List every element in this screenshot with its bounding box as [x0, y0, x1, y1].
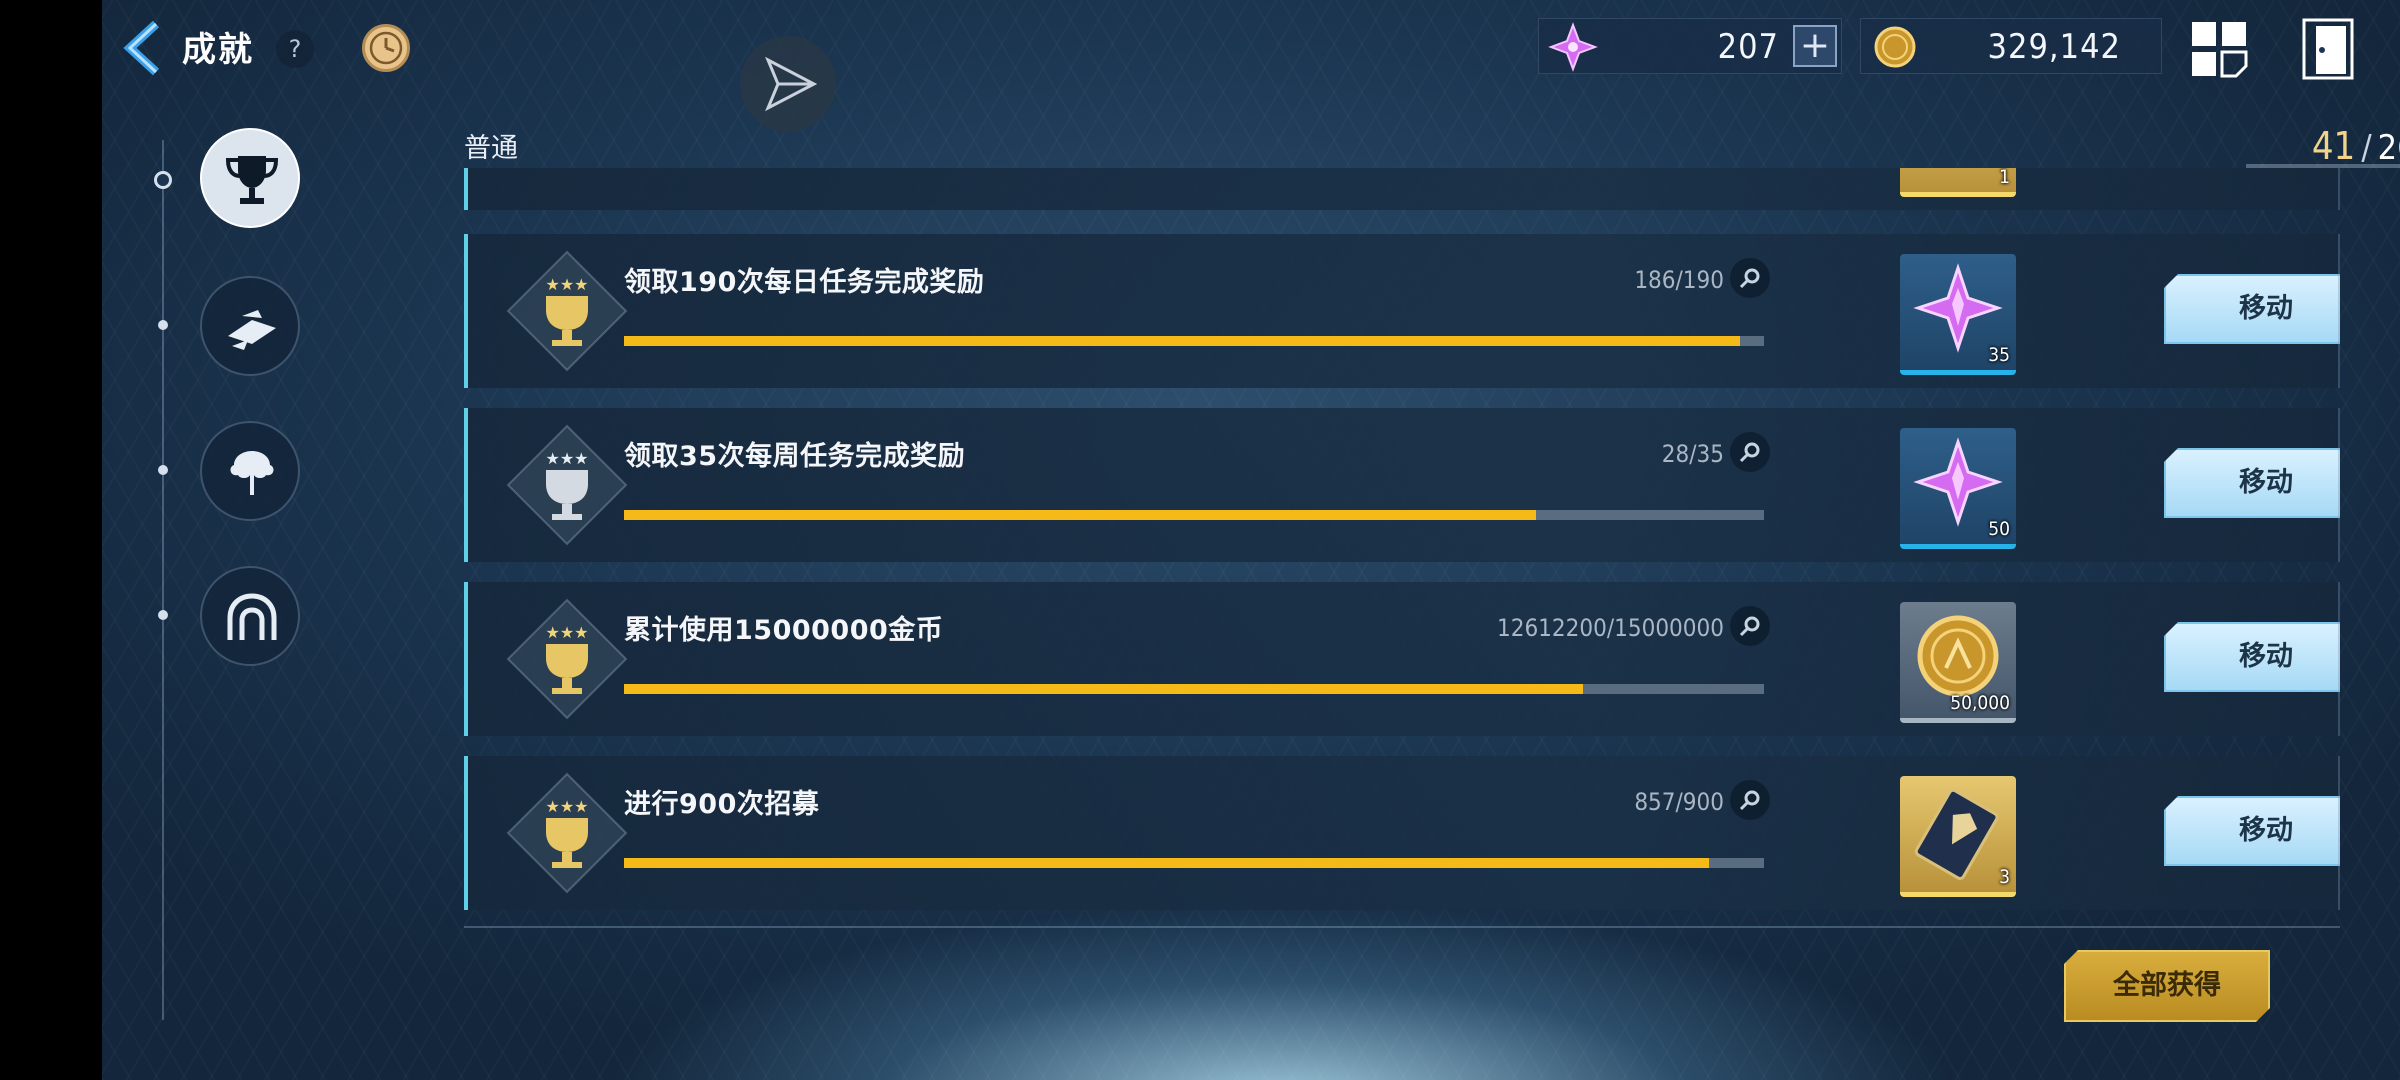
achievement-detail-button[interactable]	[1730, 432, 1770, 472]
clock-icon[interactable]	[362, 24, 410, 72]
search-icon	[1739, 442, 1760, 463]
search-icon	[1739, 616, 1760, 637]
share-send-button[interactable]	[740, 36, 836, 132]
reward-quantity: 3	[1999, 866, 2010, 888]
help-button[interactable]: ?	[276, 30, 314, 68]
progress-bar-track	[624, 336, 1764, 346]
claim-all-button[interactable]: 全部获得	[2064, 950, 2270, 1022]
purple-gem-icon	[1548, 22, 1598, 72]
ship-icon	[228, 310, 276, 350]
svg-text:★★★: ★★★	[545, 275, 588, 294]
achievement-row: ★★★ 进行900次招募 857/900 3 移动	[464, 756, 2340, 910]
gold-currency-panel: 329,142	[1860, 18, 2162, 74]
reward-quantity: 50,000	[1950, 692, 2010, 714]
nav-indicator	[158, 610, 168, 620]
achievement-progress-text: 28/35	[1661, 440, 1724, 468]
list-bottom-divider	[464, 926, 2340, 928]
search-icon	[1739, 790, 1760, 811]
gold-trophy-badge-icon: ★★★	[506, 598, 628, 720]
gold-trophy-badge-icon: ★★★	[506, 250, 628, 372]
search-icon	[1739, 268, 1760, 289]
page-title: 成就	[182, 30, 254, 70]
achievement-row-partial: 1	[464, 168, 2340, 210]
silver-trophy-badge-icon: ★★★	[506, 424, 628, 546]
progress-bar-fill	[624, 858, 1710, 868]
achievement-title: 领取35次每周任务完成奖励	[624, 441, 966, 472]
achievement-progress-text: 857/900	[1634, 788, 1724, 816]
trophy-icon	[225, 156, 279, 204]
add-gems-button[interactable]: +	[1793, 25, 1837, 67]
progress-bar-fill	[624, 684, 1583, 694]
achievement-screen: 成就 ? 207 + 329,142 普通 41 / 2 1 ★★★ 领取190…	[102, 0, 2400, 1080]
move-button[interactable]: 移动	[2164, 622, 2340, 692]
progress-bar-track	[624, 858, 1764, 868]
category-trophy-tab[interactable]	[200, 128, 300, 228]
gem-count: 207	[1717, 27, 1779, 67]
gold-trophy-badge-icon: ★★★	[506, 772, 628, 894]
reward-quantity: 50	[1988, 518, 2010, 540]
achievement-row: ★★★ 领取35次每周任务完成奖励 28/35 50 移动	[464, 408, 2340, 562]
svg-text:★★★: ★★★	[545, 623, 588, 642]
reward-slot[interactable]: 50,000	[1900, 602, 2016, 723]
send-arrow-icon	[765, 56, 818, 112]
achievement-detail-button[interactable]	[1730, 606, 1770, 646]
achievement-row: ★★★ 领取190次每日任务完成奖励 186/190 35 移动	[464, 234, 2340, 388]
achievement-count-current: 41	[2311, 124, 2356, 168]
nav-indicator-active	[154, 171, 172, 189]
exit-door-icon[interactable]	[2302, 18, 2354, 80]
category-tree-tab[interactable]	[200, 421, 300, 521]
achievement-title: 累计使用15000000金币	[624, 615, 944, 646]
category-ship-tab[interactable]	[200, 276, 300, 376]
achievement-count-separator: /	[2361, 128, 2372, 168]
achievement-progress-text: 12612200/15000000	[1496, 614, 1724, 642]
svg-text:★★★: ★★★	[545, 449, 588, 468]
reward-slot[interactable]: 1	[1900, 168, 2016, 197]
gold-coin-icon	[1874, 26, 1916, 68]
section-label: 普通	[464, 133, 518, 164]
achievement-title: 领取190次每日任务完成奖励	[624, 267, 985, 298]
reward-quantity: 35	[1988, 344, 2010, 366]
progress-bar-track	[624, 684, 1764, 694]
nav-indicator	[158, 320, 168, 330]
reward-slot[interactable]: 3	[1900, 776, 2016, 897]
gem-currency-panel: 207 +	[1538, 18, 1842, 74]
achievement-row: ★★★ 累计使用15000000金币 12612200/15000000 50,…	[464, 582, 2340, 736]
gate-icon	[227, 593, 277, 640]
achievement-count-total: 260	[2377, 128, 2400, 168]
category-gate-tab[interactable]	[200, 566, 300, 666]
reward-quantity: 1	[1999, 168, 2010, 188]
svg-text:★★★: ★★★	[545, 797, 588, 816]
progress-bar-track	[624, 510, 1764, 520]
progress-bar-fill	[624, 510, 1536, 520]
reward-slot[interactable]: 50	[1900, 428, 2016, 549]
achievement-detail-button[interactable]	[1730, 258, 1770, 298]
achievement-progress-text: 186/190	[1634, 266, 1724, 294]
achievement-title: 进行900次招募	[624, 789, 820, 820]
progress-bar-fill	[624, 336, 1741, 346]
achievement-list[interactable]: 1 ★★★ 领取190次每日任务完成奖励 186/190 35 移动 ★★★ 领…	[464, 168, 2340, 914]
gold-count: 329,142	[1987, 27, 2121, 67]
achievement-detail-button[interactable]	[1730, 780, 1770, 820]
move-button[interactable]: 移动	[2164, 274, 2340, 344]
tree-icon	[230, 451, 274, 495]
menu-grid-icon[interactable]	[2190, 20, 2248, 78]
back-arrow-icon[interactable]	[122, 20, 168, 76]
category-nav-line	[162, 140, 164, 1020]
achievement-counter: 41/260	[2236, 124, 2400, 168]
move-button[interactable]: 移动	[2164, 796, 2340, 866]
move-button[interactable]: 移动	[2164, 448, 2340, 518]
nav-indicator	[158, 465, 168, 475]
reward-slot[interactable]: 35	[1900, 254, 2016, 375]
